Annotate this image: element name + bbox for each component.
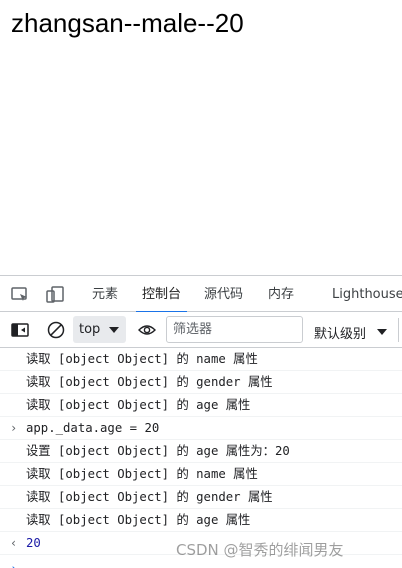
console-log-line: 设置 [object Object] 的 age 属性为：20 — [0, 440, 402, 463]
context-value: top — [79, 322, 101, 337]
tab-lighthouse[interactable]: Lighthouse — [332, 276, 402, 312]
tab-memory[interactable]: 内存 — [268, 276, 294, 312]
console-log-line: 读取 [object Object] 的 gender 属性 — [0, 371, 402, 394]
prompt-chevron-icon: › — [10, 558, 18, 568]
console-input-line: › app._data.age = 20 — [0, 417, 402, 440]
devtools-panel: 元素 控制台 源代码 内存 Lighthouse top 默认级别 读取 [ob… — [0, 275, 402, 568]
sidebar-toggle-icon[interactable] — [10, 320, 30, 340]
tab-console[interactable]: 控制台 — [135, 276, 188, 313]
tab-elements[interactable]: 元素 — [92, 276, 118, 312]
context-selector[interactable]: top — [73, 316, 126, 343]
page-heading: zhangsan--male--20 — [11, 8, 244, 38]
inspect-element-icon[interactable] — [10, 285, 30, 305]
console-log-line: 读取 [object Object] 的 age 属性 — [0, 394, 402, 417]
console-toolbar: top 默认级别 — [0, 312, 402, 348]
console-log-line: 读取 [object Object] 的 age 属性 — [0, 509, 402, 532]
log-levels-dropdown[interactable]: 默认级别 — [314, 323, 366, 342]
console-log-line: 读取 [object Object] 的 name 属性 — [0, 348, 402, 371]
chevron-down-icon — [377, 329, 387, 335]
chevron-right-icon: › — [10, 421, 18, 435]
tab-sources[interactable]: 源代码 — [204, 276, 243, 312]
device-toolbar-icon[interactable] — [45, 285, 65, 305]
chevron-down-icon — [109, 327, 119, 333]
watermark: CSDN @智秀的绯闻男友 — [176, 541, 344, 559]
chevron-left-icon: ‹ — [10, 536, 18, 550]
console-messages: 读取 [object Object] 的 name 属性 读取 [object … — [0, 348, 402, 568]
clear-console-icon[interactable] — [46, 320, 66, 340]
toolbar-divider — [398, 318, 399, 342]
live-expression-eye-icon[interactable] — [137, 320, 157, 340]
console-log-line: 读取 [object Object] 的 gender 属性 — [0, 486, 402, 509]
filter-input[interactable] — [166, 316, 303, 343]
console-log-line: 读取 [object Object] 的 name 属性 — [0, 463, 402, 486]
devtools-tab-bar: 元素 控制台 源代码 内存 Lighthouse — [0, 276, 402, 313]
